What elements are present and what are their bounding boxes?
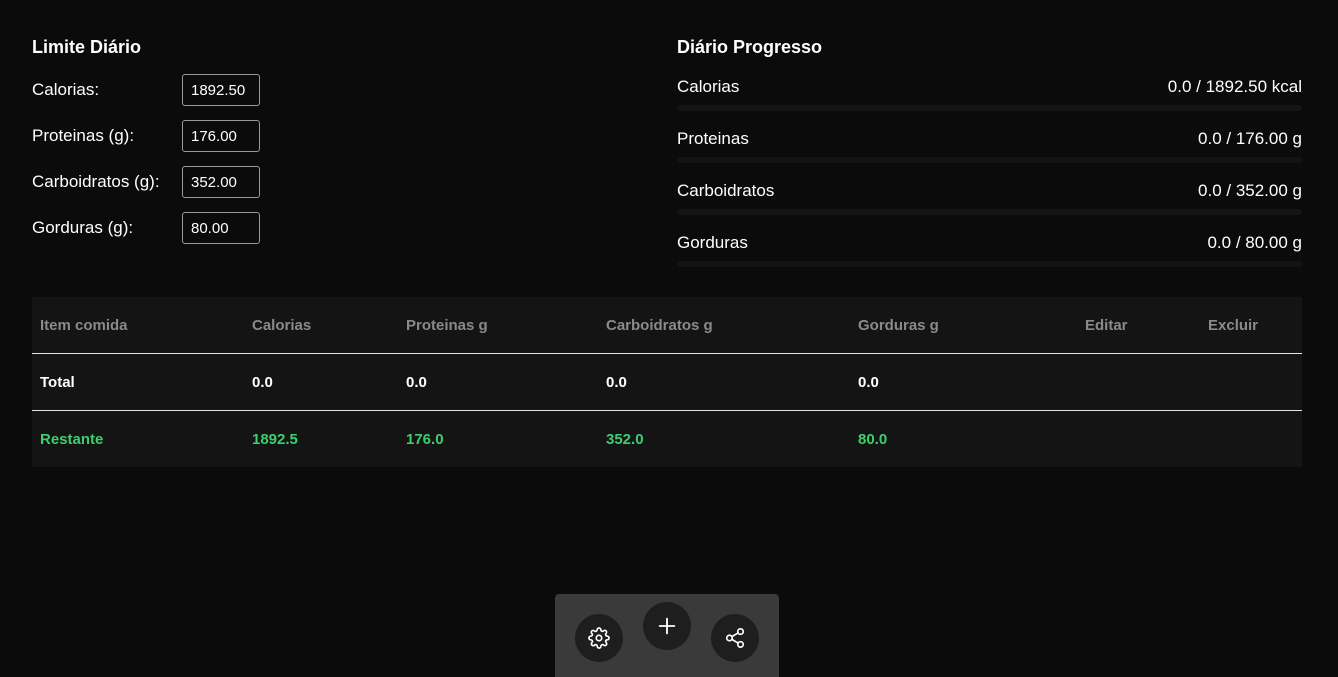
column-header-fats: Gorduras g: [850, 297, 1077, 354]
calories-label: Calorias:: [32, 80, 100, 99]
remaining-edit-cell: [1077, 411, 1200, 468]
progress-row-carbs: Carboidratos 0.0 / 352.00 g: [677, 181, 1302, 233]
total-calories: 0.0: [244, 353, 398, 411]
total-label: Total: [32, 353, 244, 411]
column-header-carbs: Carboidratos g: [598, 297, 850, 354]
plus-icon: [658, 617, 676, 635]
column-header-calories: Calorias: [244, 297, 398, 354]
progress-value: 0.0 / 1892.50 kcal: [1167, 77, 1302, 96]
progress-label: Proteinas: [677, 129, 749, 148]
remaining-label: Restante: [40, 430, 104, 448]
daily-progress-title: Diário Progresso: [677, 37, 823, 57]
remaining-calories: 1892.5: [252, 430, 298, 448]
total-edit-cell: [1077, 353, 1200, 411]
total-carbs: 0.0: [598, 353, 850, 411]
gear-icon: [588, 627, 610, 649]
remaining-proteins: 176.0: [406, 430, 444, 448]
progress-row-calories: Calorias 0.0 / 1892.50 kcal: [677, 77, 1302, 129]
progress-bar: [677, 261, 1302, 267]
daily-progress-section: Diário Progresso Calorias 0.0 / 1892.50 …: [677, 36, 1302, 267]
progress-label: Calorias: [677, 77, 740, 96]
table-header-row: Item comida Calorias Proteinas g Carboid…: [32, 297, 1302, 354]
daily-limit-title: Limite Diário: [32, 37, 142, 57]
carbs-label: Carboidratos (g):: [32, 172, 160, 191]
progress-value: 0.0 / 80.00 g: [1207, 233, 1302, 252]
remaining-fats: 80.0: [858, 430, 888, 448]
proteins-limit-input[interactable]: [182, 120, 260, 152]
calories-limit-input[interactable]: [182, 74, 260, 106]
progress-value: 0.0 / 352.00 g: [1198, 181, 1302, 200]
total-row: Total 0.0 0.0 0.0 0.0: [32, 353, 1302, 411]
action-bar: [555, 594, 779, 677]
column-header-delete: Excluir: [1200, 297, 1302, 354]
carbs-limit-input[interactable]: [182, 166, 260, 198]
column-header-edit: Editar: [1077, 297, 1200, 354]
fats-limit-input[interactable]: [182, 212, 260, 244]
progress-label: Carboidratos: [677, 181, 775, 200]
total-proteins: 0.0: [398, 353, 598, 411]
share-icon: [725, 628, 745, 648]
total-fats: 0.0: [850, 353, 1077, 411]
progress-value: 0.0 / 176.00 g: [1198, 129, 1302, 148]
add-food-button[interactable]: [643, 602, 691, 650]
progress-row-fats: Gorduras 0.0 / 80.00 g: [677, 233, 1302, 285]
food-table: Item comida Calorias Proteinas g Carboid…: [32, 297, 1302, 467]
fats-label: Gorduras (g):: [32, 218, 134, 237]
settings-button[interactable]: [575, 614, 623, 662]
progress-label: Gorduras: [677, 233, 748, 252]
daily-limit-section: Limite Diário Calorias: Proteinas (g): C…: [32, 36, 332, 244]
remaining-delete-cell: [1200, 411, 1302, 468]
page: Limite Diário Calorias: Proteinas (g): C…: [0, 0, 1338, 677]
progress-bar: [677, 157, 1302, 163]
progress-row-proteins: Proteinas 0.0 / 176.00 g: [677, 129, 1302, 181]
total-delete-cell: [1200, 353, 1302, 411]
column-header-item: Item comida: [32, 297, 244, 354]
share-button[interactable]: [711, 614, 759, 662]
progress-bar: [677, 209, 1302, 215]
progress-bar: [677, 105, 1302, 111]
column-header-proteins: Proteinas g: [398, 297, 598, 354]
remaining-row: Restante 1892.5 176.0 352.0 80.0: [32, 411, 1302, 468]
remaining-carbs: 352.0: [606, 430, 644, 448]
proteins-label: Proteinas (g):: [32, 126, 135, 145]
